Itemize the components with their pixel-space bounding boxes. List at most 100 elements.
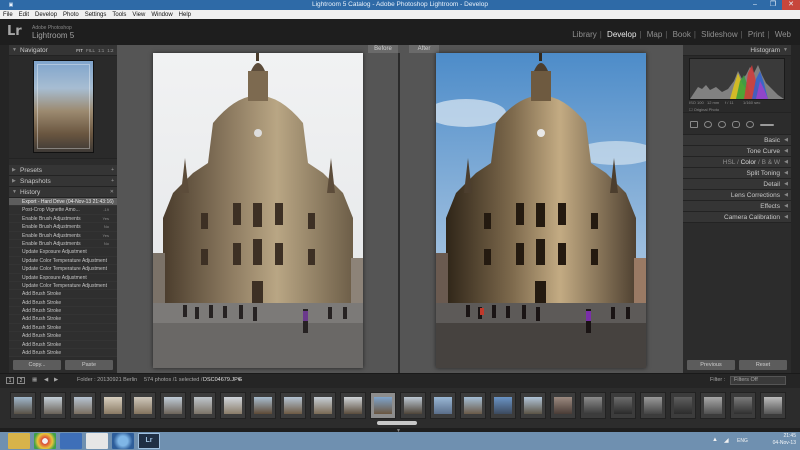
original-photo-checkbox[interactable]: ☐ Original Photo [689, 107, 719, 112]
filmstrip-thumbnail[interactable] [730, 392, 756, 419]
tone-curve-header[interactable]: Tone Curve ◀ [683, 146, 791, 157]
grid-view-icon[interactable]: ▦ [32, 377, 37, 383]
history-item[interactable]: Enable Brush Adjustments Yes [9, 232, 117, 240]
next-arrow-icon[interactable]: ▶ [54, 377, 58, 383]
filmstrip-thumbnail[interactable] [220, 392, 246, 419]
adjustment-brush-icon[interactable] [760, 124, 774, 126]
module-web[interactable]: Web [772, 30, 794, 39]
chrome-icon[interactable] [34, 433, 56, 449]
copy-button[interactable]: Copy... [13, 360, 61, 370]
history-item[interactable]: Add Brush Stroke [9, 332, 117, 341]
hsl-tab[interactable]: HSL [723, 159, 735, 166]
language-indicator[interactable]: ENG [737, 438, 748, 444]
snapshots-header[interactable]: ▶ Snapshots + [9, 176, 117, 187]
menu-file[interactable]: File [0, 10, 16, 19]
filmstrip-thumbnail[interactable] [700, 392, 726, 419]
reset-button[interactable]: Reset [739, 360, 787, 370]
filmstrip-thumbnail[interactable] [340, 392, 366, 419]
menu-settings[interactable]: Settings [82, 10, 110, 19]
filmstrip-thumbnail[interactable] [460, 392, 486, 419]
history-item[interactable]: Update Exposure Adjustment [9, 248, 117, 257]
navigator-view-box[interactable] [37, 64, 90, 149]
history-item[interactable]: Add Brush Stroke [9, 324, 117, 333]
history-item[interactable]: Add Brush Stroke [9, 341, 117, 350]
basic-header[interactable]: Basic ◀ [683, 135, 791, 146]
before-photo[interactable] [153, 53, 363, 368]
hsl-header[interactable]: HSL / Color / B & W ◀ [683, 157, 791, 168]
folder-source[interactable]: Folder : 20130921 Berlin [77, 377, 137, 383]
paste-button[interactable]: Paste [65, 360, 113, 370]
filmstrip-thumbnail[interactable] [280, 392, 306, 419]
history-item[interactable]: Post-Crop Vignette Amo... -19 [9, 206, 117, 215]
module-develop[interactable]: Develop [604, 30, 639, 39]
color-tab[interactable]: Color [741, 159, 757, 166]
menu-tools[interactable]: Tools [109, 10, 129, 19]
add-snapshot-icon[interactable]: + [111, 176, 114, 187]
restore-button[interactable]: ❐ [764, 0, 782, 10]
internet-explorer-icon[interactable] [112, 433, 134, 449]
second-window-button[interactable]: 2 [17, 377, 25, 384]
filmstrip-thumbnail[interactable] [400, 392, 426, 419]
zoom-fit[interactable]: FIT [75, 48, 85, 53]
navigator-preview[interactable] [9, 56, 117, 159]
filmstrip-thumbnail[interactable] [760, 392, 786, 419]
task-manager-icon[interactable] [60, 433, 82, 449]
zoom-1-1[interactable]: 1:1 [96, 48, 105, 53]
history-header[interactable]: ▼ History ✕ [9, 187, 117, 198]
history-item[interactable]: Update Color Temperature Adjustment [9, 257, 117, 266]
network-icon[interactable]: ▲ [712, 437, 718, 443]
filmstrip-thumbnail[interactable] [550, 392, 576, 419]
detail-header[interactable]: Detail ◀ [683, 179, 791, 190]
filmstrip-thumbnail[interactable] [10, 392, 36, 419]
navigator-image[interactable] [33, 60, 94, 153]
history-item[interactable]: Enable Brush Adjustments No [9, 223, 117, 232]
close-button[interactable]: ✕ [782, 0, 800, 10]
volume-icon[interactable]: ◢ [724, 437, 729, 444]
clear-history-icon[interactable]: ✕ [110, 187, 114, 198]
history-item[interactable]: Add Brush Stroke [9, 315, 117, 324]
camera-calibration-header[interactable]: Camera Calibration ◀ [683, 212, 791, 223]
lightroom-taskbar-icon[interactable]: Lr [138, 433, 160, 449]
filmstrip-thumbnail[interactable] [640, 392, 666, 419]
history-item[interactable]: Update Color Temperature Adjustment [9, 265, 117, 274]
filmstrip-thumbnail[interactable] [130, 392, 156, 419]
history-item[interactable]: Add Brush Stroke [9, 307, 117, 316]
menu-edit[interactable]: Edit [16, 10, 32, 19]
filmstrip-thumbnail[interactable] [670, 392, 696, 419]
filmstrip-scrollbar[interactable] [377, 421, 417, 425]
zoom-1-2[interactable]: 1:2 [106, 48, 115, 53]
right-panel-edge[interactable] [791, 45, 800, 373]
histogram-graph[interactable] [689, 58, 785, 100]
menu-develop[interactable]: Develop [32, 10, 60, 19]
lens-corrections-header[interactable]: Lens Corrections ◀ [683, 190, 791, 201]
zoom-fill[interactable]: FILL [84, 48, 96, 53]
history-item[interactable]: Export - Hard Drive (04-Nov-13 21:43:16) [9, 198, 117, 207]
previous-button[interactable]: Previous [687, 360, 735, 370]
filmstrip-thumbnail[interactable] [310, 392, 336, 419]
filmstrip-thumbnail[interactable] [490, 392, 516, 419]
radial-filter-icon[interactable] [746, 121, 754, 128]
notepad-icon[interactable] [86, 433, 108, 449]
menu-view[interactable]: View [129, 10, 148, 19]
after-photo[interactable] [436, 53, 646, 368]
red-eye-icon[interactable] [718, 121, 726, 128]
history-item[interactable]: Add Brush Stroke [9, 290, 117, 299]
menu-photo[interactable]: Photo [60, 10, 82, 19]
prev-arrow-icon[interactable]: ◀ [44, 377, 48, 383]
filmstrip-thumbnail[interactable] [70, 392, 96, 419]
history-item[interactable]: Add Brush Stroke [9, 299, 117, 308]
before-pane[interactable] [117, 53, 398, 373]
module-library[interactable]: Library [569, 30, 599, 39]
history-item[interactable]: Update Color Temperature Adjustment [9, 282, 117, 291]
graduated-filter-icon[interactable] [732, 121, 740, 128]
history-item[interactable]: Enable Brush Adjustments No [9, 240, 117, 249]
bw-tab[interactable]: B & W [762, 159, 780, 166]
filmstrip-thumbnail-selected[interactable] [370, 392, 396, 419]
filmstrip-thumbnail[interactable] [580, 392, 606, 419]
filmstrip-thumbnail[interactable] [100, 392, 126, 419]
module-book[interactable]: Book [670, 30, 694, 39]
main-window-button[interactable]: 1 [6, 377, 14, 384]
after-pane[interactable] [400, 53, 683, 373]
filmstrip-thumbnail[interactable] [190, 392, 216, 419]
module-map[interactable]: Map [644, 30, 666, 39]
